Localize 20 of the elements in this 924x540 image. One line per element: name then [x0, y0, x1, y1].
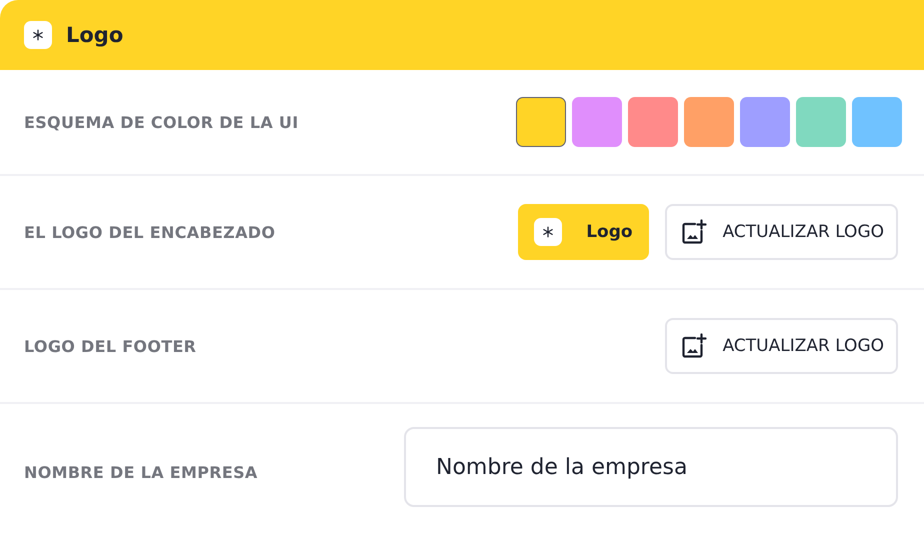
- asterisk-logo-icon: [24, 21, 52, 49]
- setting-label: NOMBRE DE LA EMPRESA: [24, 462, 258, 482]
- add-image-icon: [680, 219, 707, 245]
- asterisk-logo-icon: [534, 218, 562, 246]
- color-swatch[interactable]: [740, 97, 790, 147]
- add-image-icon: [680, 333, 707, 359]
- setting-label: EL LOGO DEL ENCABEZADO: [24, 222, 276, 242]
- update-logo-button[interactable]: ACTUALIZAR LOGO: [664, 318, 898, 374]
- color-swatch[interactable]: [684, 97, 734, 147]
- setting-label: LOGO DEL FOOTER: [24, 336, 196, 356]
- company-name-field[interactable]: Nombre de la empresa: [404, 427, 898, 507]
- logo-text: Logo: [586, 222, 633, 242]
- color-swatch[interactable]: [628, 97, 678, 147]
- header-title: Logo: [66, 23, 124, 47]
- color-swatch[interactable]: [572, 97, 622, 147]
- color-swatch[interactable]: [516, 97, 566, 147]
- update-logo-button[interactable]: ACTUALIZAR LOGO: [664, 204, 898, 260]
- color-swatch[interactable]: [796, 97, 846, 147]
- color-swatch[interactable]: [852, 97, 902, 147]
- setting-label: ESQUEMA DE COLOR DE LA UI: [24, 112, 298, 132]
